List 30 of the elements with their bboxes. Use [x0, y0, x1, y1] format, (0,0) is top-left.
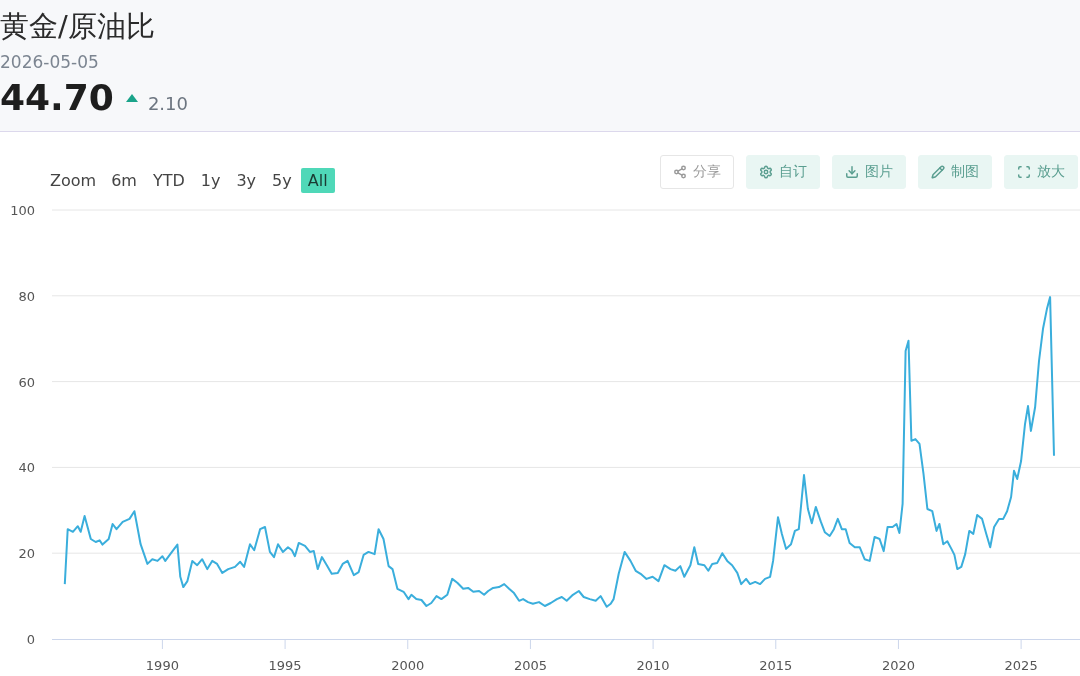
x-axis-label: 1995: [268, 658, 302, 673]
x-axis-label: 2015: [759, 658, 793, 673]
expand-icon: [1017, 165, 1031, 179]
x-axis-label: 2025: [1004, 658, 1038, 673]
zoom-label: Zoom: [50, 171, 97, 190]
y-axis-label: 100: [10, 203, 35, 218]
y-axis-label: 20: [18, 546, 35, 562]
pencil-icon: [931, 165, 945, 179]
x-axis-label: 2020: [881, 658, 915, 673]
y-axis-label: 40: [18, 460, 35, 476]
x-axis-label: 1990: [145, 658, 179, 673]
y-axis-label: 80: [18, 288, 35, 304]
date-text: 2026-05-05: [0, 51, 100, 74]
download-icon: [845, 165, 859, 179]
page-title: 黄金/原油比: [0, 8, 156, 45]
range-button[interactable]: All: [300, 168, 335, 193]
range-button[interactable]: 5y: [265, 168, 299, 193]
gear-icon: [759, 165, 773, 179]
x-axis-label: 2010: [636, 658, 670, 673]
change-value: 2.10: [147, 93, 188, 114]
current-value: 44.70: [0, 76, 114, 120]
range-button[interactable]: 3y: [229, 168, 264, 193]
x-axis-label: 2000: [391, 658, 425, 673]
range-button[interactable]: 6m: [104, 168, 144, 193]
range-button[interactable]: 1y: [193, 168, 228, 193]
y-axis-label: 0: [26, 632, 35, 647]
range-button[interactable]: YTD: [145, 168, 192, 193]
x-axis-label: 2005: [513, 658, 547, 673]
share-icon: [673, 165, 687, 179]
y-axis-label: 60: [18, 374, 35, 390]
